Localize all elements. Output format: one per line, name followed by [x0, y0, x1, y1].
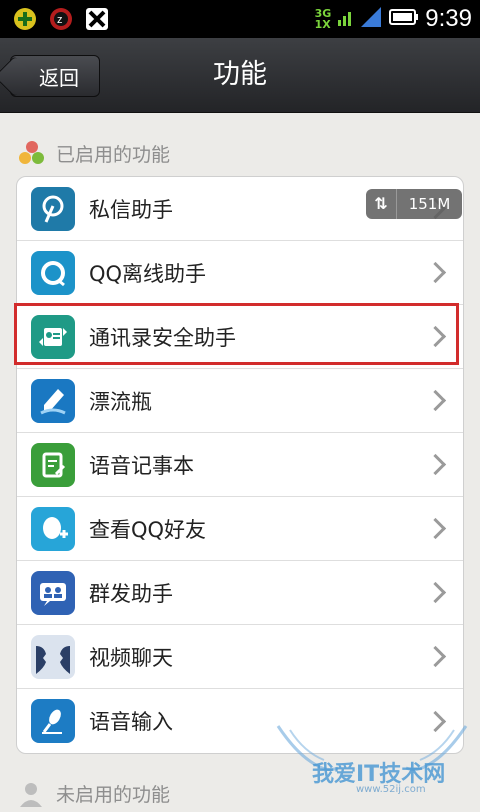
- section-header-disabled: 未启用的功能: [18, 780, 170, 807]
- chevron-right-icon: [424, 517, 447, 540]
- item-label: 漂流瓶: [89, 389, 152, 414]
- person-icon: [18, 781, 46, 807]
- item-label: 语音输入: [89, 710, 173, 734]
- chevron-right-icon: [424, 325, 447, 348]
- bottle-icon: [31, 378, 75, 423]
- item-label: 通讯录安全助手: [89, 325, 236, 350]
- item-label: 群发助手: [89, 581, 173, 606]
- chevron-right-icon: [424, 645, 447, 668]
- list-item[interactable]: 语音记事本: [17, 433, 463, 497]
- list-item[interactable]: 语音输入: [17, 689, 463, 753]
- qq-friends-icon: [31, 506, 75, 551]
- list-item[interactable]: 群发助手: [17, 561, 463, 625]
- data-signal-icon: [337, 6, 353, 32]
- battery-icon: [389, 7, 419, 31]
- item-label: 私信助手: [89, 197, 173, 222]
- list-item[interactable]: 查看QQ好友: [17, 497, 463, 561]
- list-item[interactable]: 漂流瓶: [17, 369, 463, 433]
- network-type: 3G 1X: [314, 7, 332, 31]
- chevron-right-icon: [424, 261, 447, 284]
- contacts-sync-icon: [31, 314, 75, 359]
- back-button[interactable]: 返回: [10, 55, 100, 97]
- x-app-icon: [84, 6, 110, 32]
- clock: 9:39: [425, 5, 472, 32]
- qq-penguin-icon: [31, 250, 75, 295]
- memory-value: 151M: [408, 195, 451, 213]
- item-label: 查看QQ好友: [89, 517, 207, 542]
- list-item[interactable]: 视频聊天: [17, 625, 463, 689]
- chevron-right-icon: [424, 710, 447, 732]
- item-label: 视频聊天: [89, 645, 173, 670]
- pen-icon: [31, 186, 75, 231]
- watermark-url: www.52ij.com: [356, 784, 426, 795]
- z-app-icon: z: [48, 6, 74, 32]
- item-label: QQ离线助手: [89, 261, 207, 286]
- group-icon: [31, 570, 75, 615]
- chevron-right-icon: [424, 581, 447, 604]
- signal-strength-icon: [359, 5, 383, 33]
- plus-app-icon: [12, 6, 38, 32]
- microphone-icon: [31, 699, 75, 743]
- title-bar: 功能 返回: [0, 38, 480, 113]
- section-title: 已启用的功能: [56, 144, 171, 166]
- enabled-features-list: 私信助手 QQ离线助手 通讯录安全助手 漂流瓶 语音记事本 查看QQ好友 群发助…: [16, 176, 464, 754]
- chevron-right-icon: [424, 389, 447, 412]
- chevron-right-icon: [424, 453, 447, 476]
- list-item[interactable]: QQ离线助手: [17, 241, 463, 305]
- svg-text:z: z: [57, 14, 63, 26]
- item-label: 语音记事本: [89, 453, 194, 478]
- list-item[interactable]: 通讯录安全助手: [17, 305, 463, 369]
- three-dots-icon: [18, 140, 46, 167]
- swap-arrows-icon: ⇅: [366, 189, 397, 219]
- section-title: 未启用的功能: [56, 784, 171, 806]
- watermark-text: 我爱IT技术网: [312, 762, 446, 787]
- status-bar: z 3G 1X 9:39: [0, 0, 480, 38]
- faces-icon: [31, 634, 75, 679]
- memory-widget[interactable]: ⇅ 151M: [366, 189, 462, 219]
- back-button-label: 返回: [39, 65, 79, 90]
- section-header-enabled: 已启用的功能: [18, 140, 170, 167]
- notepad-icon: [31, 442, 75, 487]
